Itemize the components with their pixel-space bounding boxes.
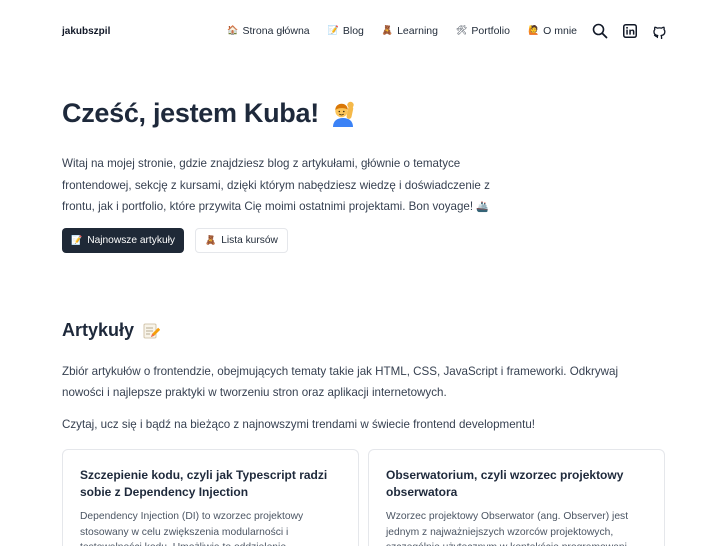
nav-item-about[interactable]: 🙋 O mnie <box>528 25 577 37</box>
nav-item-blog[interactable]: 📝 Blog <box>328 25 364 37</box>
nav-item-learning[interactable]: 🧸 Learning <box>382 25 438 37</box>
search-button[interactable] <box>592 23 608 39</box>
site-header: jakubszpil 🏠 Strona główna 📝 Blog 🧸 Lear… <box>0 0 728 62</box>
hero-description-text: Witaj na mojej stronie, gdzie znajdziesz… <box>62 157 490 213</box>
course-list-label: Lista kursów <box>221 235 278 246</box>
person-raising-hand-icon <box>332 101 354 127</box>
ship-icon: 🚢 <box>476 202 489 213</box>
tools-icon: 🛠 <box>455 26 468 36</box>
memo-icon: 📝 <box>71 235 83 246</box>
article-card[interactable]: Obserwatorium, czyli wzorzec projektowy … <box>368 449 665 546</box>
github-link[interactable] <box>652 24 667 39</box>
nav-label: Portfolio <box>471 25 510 37</box>
nav-label: Strona główna <box>242 25 310 37</box>
search-icon <box>592 23 608 39</box>
nav-label: Learning <box>397 25 438 37</box>
nav-item-home[interactable]: 🏠 Strona główna <box>227 25 309 37</box>
hero-title: Cześć, jestem Kuba! <box>62 98 357 129</box>
hero-title-text: Cześć, jestem Kuba! <box>62 98 319 128</box>
page: jakubszpil 🏠 Strona główna 📝 Blog 🧸 Lear… <box>0 0 728 546</box>
article-card-description: Wzorzec projektowy Obserwator (ang. Obse… <box>386 511 636 546</box>
teddy-bear-icon: 🧸 <box>205 235 217 246</box>
teddy-bear-icon: 🧸 <box>381 26 394 36</box>
linkedin-icon <box>623 24 637 38</box>
course-list-button[interactable]: 🧸 Lista kursów <box>195 228 288 253</box>
memo-icon <box>143 323 161 338</box>
person-icon: 🙋 <box>527 26 540 36</box>
latest-articles-button[interactable]: 📝 Najnowsze artykuły <box>62 228 184 253</box>
latest-articles-label: Najnowsze artykuły <box>87 235 175 246</box>
articles-title-text: Artykuły <box>62 320 135 340</box>
article-card-title: Szczepienie kodu, czyli jak Typescript r… <box>80 468 328 499</box>
house-icon: 🏠 <box>227 26 239 36</box>
nav-label: Blog <box>342 25 364 37</box>
articles-section-title: Artykuły <box>62 320 161 341</box>
github-icon <box>653 26 666 39</box>
articles-description-secondary: Czytaj, ucz się i bądź na bieżąco z najn… <box>62 418 535 431</box>
articles-description: Zbiór artykułów o frontendzie, obejmując… <box>62 365 619 399</box>
linkedin-link[interactable] <box>623 24 637 38</box>
article-card-description: Dependency Injection (DI) to wzorzec pro… <box>80 511 304 546</box>
main-nav: 🏠 Strona główna 📝 Blog 🧸 Learning 🛠 Port… <box>209 23 667 39</box>
memo-icon: 📝 <box>327 26 339 36</box>
article-card-title: Obserwatorium, czyli wzorzec projektowy … <box>386 468 624 499</box>
nav-label: O mnie <box>543 25 577 37</box>
article-card[interactable]: Szczepienie kodu, czyli jak Typescript r… <box>62 449 359 546</box>
nav-item-portfolio[interactable]: 🛠 Portfolio <box>456 25 510 37</box>
brand-logo-link[interactable]: jakubszpil <box>62 26 110 37</box>
hero-description: Witaj na mojej stronie, gdzie znajdziesz… <box>62 153 522 219</box>
